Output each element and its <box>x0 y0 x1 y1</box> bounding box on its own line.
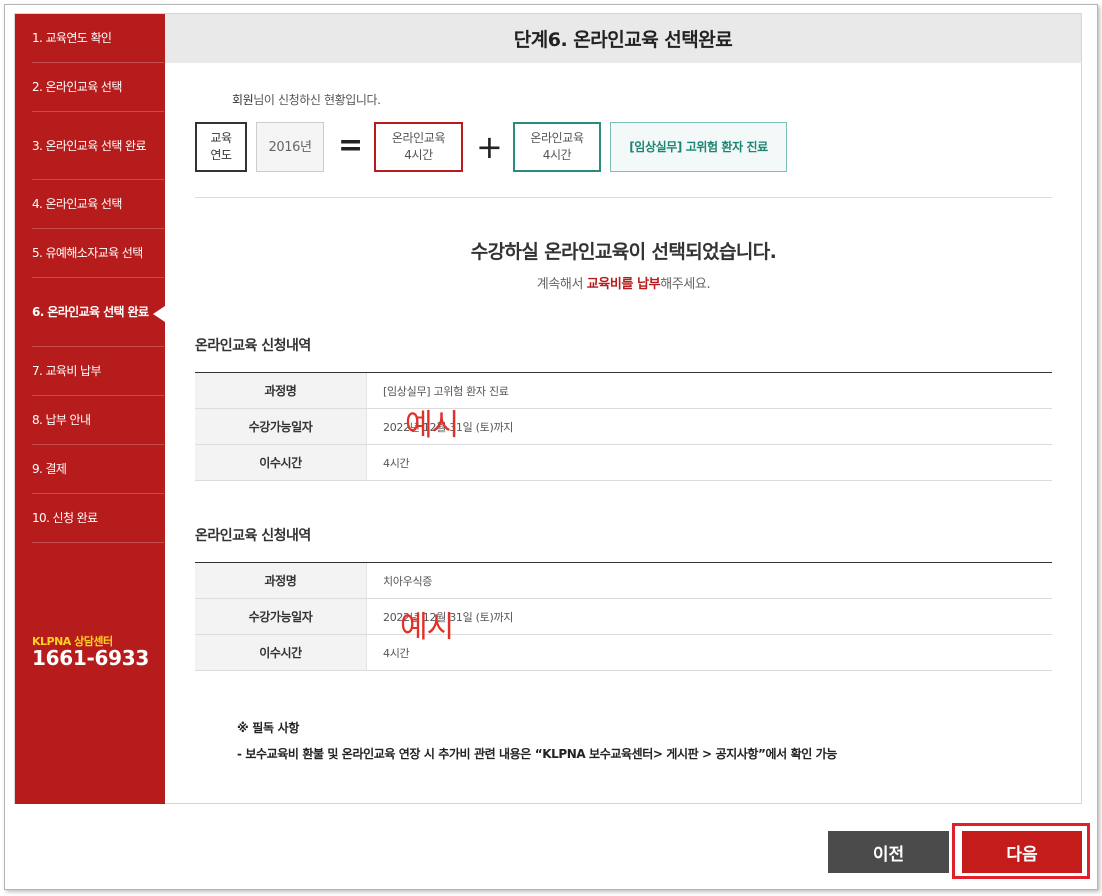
completion-title: 수강하실 온라인교육이 선택되었습니다. <box>470 241 777 263</box>
sidebar-item-step-10[interactable]: 10. 신청 완료 <box>32 494 164 543</box>
table-value-cell: 4시간 <box>383 646 410 660</box>
table-value-cell: 2022년 12월 31일 (토)까지 <box>383 420 514 434</box>
page-title: 단계6. 온라인교육 선택완료 <box>165 14 1081 63</box>
table-value-cell: 치아우식증 <box>383 574 433 588</box>
completion-sub-suffix: 해주세요. <box>660 277 711 292</box>
intro-text: 회원님이 신청하신 현황입니다. <box>232 91 381 108</box>
sidebar-item-label: 6. 온라인교육 선택 완료 <box>32 305 149 319</box>
sidebar-item-step-1[interactable]: 1. 교육연도 확인 <box>32 14 164 63</box>
table-row: 이수시간 4시간 <box>195 445 1052 481</box>
completion-sub-highlight: 교육비를 납부 <box>586 277 661 292</box>
table-header-cell: 수강가능일자 <box>195 409 367 444</box>
sidebar-item-label: 4. 온라인교육 선택 <box>32 197 122 211</box>
sidebar-item-step-6[interactable]: 6. 온라인교육 선택 완료 <box>32 278 164 347</box>
prev-button[interactable]: 이전 <box>828 831 949 873</box>
sidebar-item-label: 2. 온라인교육 선택 <box>32 80 122 94</box>
table-row: 수강가능일자 2022년 12월 31일 (토)까지 <box>195 599 1052 635</box>
intro-suffix: 님이 신청하신 현황입니다. <box>253 93 381 107</box>
table-row: 이수시간 4시간 <box>195 635 1052 671</box>
table-header-cell: 과정명 <box>195 563 367 598</box>
divider <box>195 197 1052 198</box>
table-value-cell: 4시간 <box>383 456 410 470</box>
required-online-edu-line1: 온라인교육 <box>391 131 446 145</box>
step-sidebar: 1. 교육연도 확인 2. 온라인교육 선택 3. 온라인교육 선택 완료 4.… <box>15 14 165 804</box>
selected-course-box: [임상실무] 고위험 환자 진료 <box>610 122 787 172</box>
sidebar-item-label: 5. 유예해소자교육 선택 <box>32 246 143 260</box>
sidebar-item-label: 10. 신청 완료 <box>32 511 98 525</box>
sidebar-item-step-2[interactable]: 2. 온라인교육 선택 <box>32 63 164 112</box>
sidebar-item-label: 9. 결제 <box>32 462 67 476</box>
table-header-cell: 이수시간 <box>195 635 367 670</box>
edu-year-label-box: 교육연도 <box>195 122 247 172</box>
sidebar-item-step-3[interactable]: 3. 온라인교육 선택 완료 <box>32 112 164 180</box>
sidebar-item-step-9[interactable]: 9. 결제 <box>32 445 164 494</box>
table-header-cell: 과정명 <box>195 373 367 408</box>
next-button[interactable]: 다음 <box>962 831 1082 873</box>
sample-watermark-2: 예시 <box>400 610 454 645</box>
sidebar-item-step-7[interactable]: 7. 교육비 납부 <box>32 347 164 396</box>
sidebar-item-step-5[interactable]: 5. 유예해소자교육 선택 <box>32 229 164 278</box>
edu-year-label-line2: 연도 <box>210 148 232 162</box>
section-title-1: 온라인교육 신청내역 <box>195 338 311 354</box>
edu-year-label-line1: 교육 <box>210 131 232 145</box>
table-header-cell: 이수시간 <box>195 445 367 480</box>
cs-center-phone: 1661-6933 <box>32 646 149 670</box>
sidebar-item-label: 3. 온라인교육 선택 완료 <box>32 138 146 153</box>
member-name: 회원 <box>232 93 254 107</box>
notice-title: ※ 필독 사항 <box>237 721 300 735</box>
equals-sign: = <box>338 128 364 163</box>
selected-online-edu-box: 온라인교육 4시간 <box>513 122 601 172</box>
sidebar-item-label: 8. 납부 안내 <box>32 413 91 427</box>
section-title-2: 온라인교육 신청내역 <box>195 528 311 544</box>
selected-online-edu-line1: 온라인교육 <box>530 131 584 145</box>
table-row: 과정명 치아우식증 <box>195 563 1052 599</box>
table-value-cell: 2022년 12월 31일 (토)까지 <box>383 610 514 624</box>
table-row: 과정명 [임상실무] 고위험 환자 진료 <box>195 373 1052 409</box>
table-value-cell: [임상실무] 고위험 환자 진료 <box>383 384 509 398</box>
table-header-cell: 수강가능일자 <box>195 599 367 634</box>
plus-sign: + <box>476 128 503 166</box>
required-online-edu-box: 온라인교육 4시간 <box>374 122 463 172</box>
active-step-pointer-icon <box>153 306 165 322</box>
edu-year-value-box: 2016년 <box>256 122 324 172</box>
sidebar-item-step-8[interactable]: 8. 납부 안내 <box>32 396 164 445</box>
sidebar-item-label: 7. 교육비 납부 <box>32 364 101 378</box>
sidebar-item-step-4[interactable]: 4. 온라인교육 선택 <box>32 180 164 229</box>
selected-online-edu-line2: 4시간 <box>542 148 572 162</box>
sample-watermark-1: 예시 <box>405 408 459 443</box>
completion-sub-prefix: 계속해서 <box>536 277 587 292</box>
completion-subtitle: 계속해서 교육비를 납부해주세요. <box>195 273 1052 292</box>
application-table-1: 과정명 [임상실무] 고위험 환자 진료 수강가능일자 2022년 12월 31… <box>195 372 1052 481</box>
notice-body: - 보수교육비 환불 및 온라인교육 연장 시 추가비 관련 내용은 “KLPN… <box>237 747 837 761</box>
table-row: 수강가능일자 2022년 12월 31일 (토)까지 <box>195 409 1052 445</box>
application-table-2: 과정명 치아우식증 수강가능일자 2022년 12월 31일 (토)까지 이수시… <box>195 562 1052 671</box>
required-online-edu-line2: 4시간 <box>404 148 433 162</box>
sidebar-item-label: 1. 교육연도 확인 <box>32 31 112 45</box>
